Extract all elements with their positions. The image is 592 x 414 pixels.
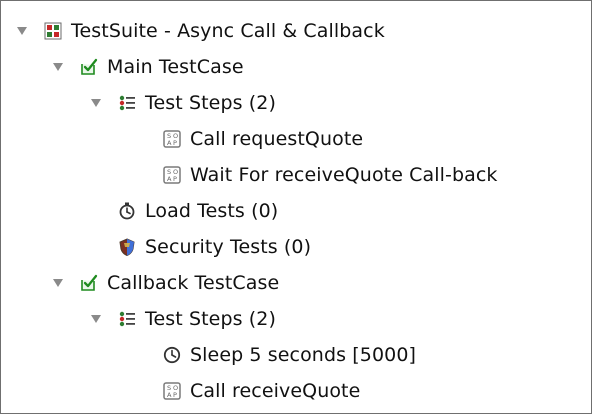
tree-node-label: Call receiveQuote	[190, 380, 361, 402]
soap-icon: S O A P	[162, 165, 182, 185]
tree-node-test-steps-main[interactable]: Test Steps (2)	[87, 86, 276, 120]
tree-node-callback-testcase[interactable]: Callback TestCase	[49, 266, 279, 300]
tree-node-label: Load Tests (0)	[145, 200, 279, 222]
test-tree: TestSuite - Async Call & Callback Main T…	[1, 1, 591, 413]
svg-text:P: P	[173, 391, 177, 399]
expand-toggle[interactable]	[87, 310, 105, 328]
testsuite-grid-icon	[43, 21, 63, 41]
tree-node-call-requestquote[interactable]: S O A P Call requestQuote	[162, 122, 363, 156]
svg-text:P: P	[173, 139, 177, 147]
triangle-down-icon	[53, 279, 63, 287]
list-steps-icon	[117, 93, 137, 113]
clock-icon	[162, 345, 182, 365]
tree-node-call-receivequote[interactable]: S O A P Call receiveQuote	[162, 374, 360, 408]
expand-toggle[interactable]	[87, 94, 105, 112]
tree-node-main-testcase[interactable]: Main TestCase	[49, 50, 244, 84]
tree-node-wait-receivequote[interactable]: S O A P Wait For receiveQuote Call-back	[162, 158, 498, 192]
expand-toggle[interactable]	[13, 22, 31, 40]
tree-node-label: Call requestQuote	[190, 128, 364, 150]
expand-toggle[interactable]	[49, 274, 67, 292]
tree-node-load-tests[interactable]: Load Tests (0)	[117, 194, 278, 228]
stopwatch-icon	[117, 201, 137, 221]
tree-node-label: Callback TestCase	[107, 272, 280, 294]
tree-node-label: Wait For receiveQuote Call-back	[190, 164, 498, 186]
tree-node-label: Main TestCase	[107, 56, 244, 78]
svg-text:P: P	[173, 175, 177, 183]
soapui-tree-panel: TestSuite - Async Call & Callback Main T…	[0, 0, 592, 414]
tree-node-sleep-step[interactable]: Sleep 5 seconds [5000]	[162, 338, 416, 372]
list-steps-icon	[117, 309, 137, 329]
tree-node-label: Sleep 5 seconds [5000]	[190, 344, 417, 366]
tree-node-testsuite[interactable]: TestSuite - Async Call & Callback	[13, 14, 385, 48]
tree-node-security-tests[interactable]: Security Tests (0)	[117, 230, 311, 264]
tree-node-label: Test Steps (2)	[145, 92, 276, 114]
tree-node-label: Security Tests (0)	[145, 236, 312, 258]
tree-node-label: Test Steps (2)	[145, 308, 276, 330]
shield-icon	[117, 237, 137, 257]
soap-icon: S O A P	[162, 381, 182, 401]
tree-node-test-steps-callback[interactable]: Test Steps (2)	[87, 302, 276, 336]
checked-testcase-icon	[79, 273, 99, 293]
triangle-down-icon	[17, 27, 27, 35]
svg-text:A: A	[167, 391, 172, 399]
checked-testcase-icon	[79, 57, 99, 77]
svg-text:A: A	[167, 175, 172, 183]
svg-text:A: A	[167, 139, 172, 147]
triangle-down-icon	[53, 63, 63, 71]
triangle-down-icon	[91, 99, 101, 107]
soap-icon: S O A P	[162, 129, 182, 149]
triangle-down-icon	[91, 315, 101, 323]
expand-toggle[interactable]	[49, 58, 67, 76]
tree-node-label: TestSuite - Async Call & Callback	[71, 20, 385, 42]
